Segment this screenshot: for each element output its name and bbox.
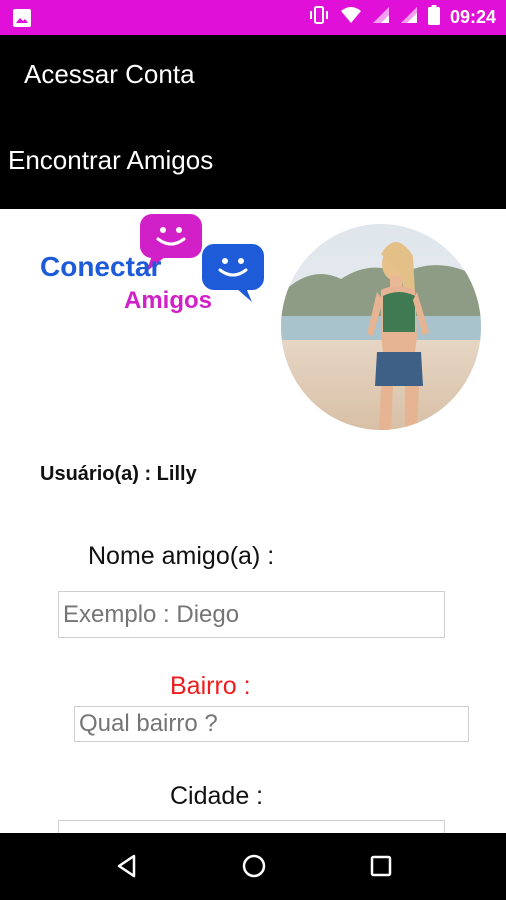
status-time: 09:24 bbox=[449, 7, 496, 27]
profile-photo bbox=[281, 224, 481, 430]
navigation-bar bbox=[0, 833, 506, 900]
friend-name-input[interactable] bbox=[58, 591, 445, 638]
logo: Conectar Amigos bbox=[38, 212, 270, 322]
menu-item-find-friends[interactable]: Encontrar Amigos bbox=[8, 145, 213, 176]
back-icon[interactable] bbox=[114, 853, 140, 884]
user-label: Usuário(a) : Lilly bbox=[40, 463, 197, 485]
signal-icon bbox=[400, 6, 418, 29]
friend-name-label: Nome amigo(a) : bbox=[88, 542, 275, 570]
recents-icon[interactable] bbox=[368, 853, 394, 884]
image-icon bbox=[12, 8, 32, 33]
menu-block: Acessar Conta Encontrar Amigos bbox=[0, 35, 506, 209]
battery-icon bbox=[427, 5, 440, 30]
menu-item-account[interactable]: Acessar Conta bbox=[24, 59, 195, 90]
home-icon[interactable] bbox=[241, 853, 267, 884]
logo-text-amigos: Amigos bbox=[124, 287, 212, 314]
status-bar: 09:24 bbox=[0, 0, 506, 35]
signal-icon bbox=[372, 6, 390, 29]
logo-text-conectar: Conectar bbox=[40, 251, 161, 282]
wifi-icon bbox=[340, 6, 362, 29]
vibrate-icon bbox=[308, 5, 330, 30]
cidade-label: Cidade : bbox=[170, 782, 264, 810]
bairro-label: Bairro : bbox=[170, 672, 251, 700]
bairro-input[interactable] bbox=[74, 706, 469, 742]
